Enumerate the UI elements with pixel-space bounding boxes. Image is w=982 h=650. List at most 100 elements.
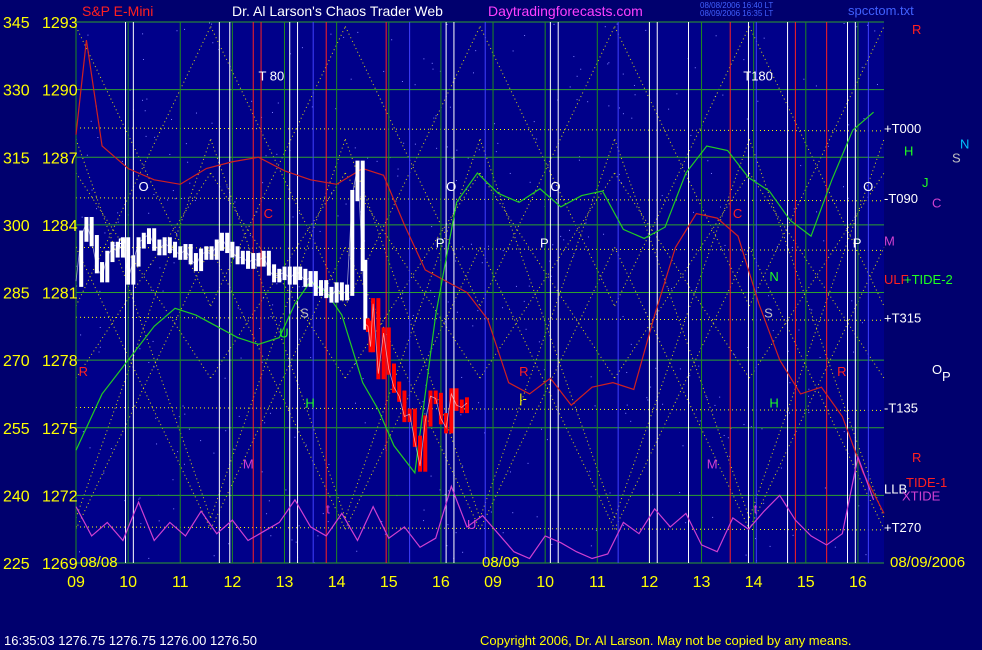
star-dot [523, 300, 525, 302]
star-dot [685, 522, 687, 524]
star-dot [448, 490, 450, 492]
star-dot [865, 554, 867, 556]
timestamp-line-2: 08/09/2006 16:35 LT [700, 9, 773, 18]
plot-annotation: P [436, 235, 445, 250]
data-filename: spcctom.txt [848, 3, 914, 18]
price-bar [464, 397, 469, 414]
y-price-label: 1284 [42, 218, 78, 235]
star-dot [82, 431, 84, 433]
star-dot [414, 319, 416, 321]
star-dot [383, 70, 385, 72]
star-dot [502, 532, 504, 534]
price-bar [261, 250, 266, 267]
x-tick-label: 13 [276, 574, 294, 591]
plot-annotation: O [446, 179, 456, 194]
price-bar [167, 237, 172, 254]
star-dot [789, 382, 791, 384]
star-dot [553, 23, 555, 25]
star-dot [607, 63, 609, 65]
star-dot [793, 208, 795, 210]
star-dot [261, 361, 263, 363]
star-dot [772, 330, 774, 332]
star-dot [319, 230, 321, 232]
star-dot [153, 194, 155, 196]
star-dot [652, 493, 654, 495]
star-dot [327, 521, 329, 523]
star-dot [87, 34, 89, 36]
price-bar [397, 381, 402, 402]
star-dot [590, 545, 592, 547]
site-link[interactable]: Daytradingforecasts.com [488, 3, 643, 19]
star-dot [271, 111, 273, 113]
x-tick-label: 11 [172, 574, 189, 591]
star-dot [381, 521, 383, 523]
star-dot [189, 182, 191, 184]
plot-annotation: P [540, 235, 549, 250]
star-dot [431, 226, 433, 228]
star-dot [789, 412, 791, 414]
star-dot [144, 110, 146, 112]
star-dot [232, 448, 234, 450]
right-label: +TIDE-2 [904, 272, 953, 287]
star-dot [874, 30, 876, 32]
star-dot [690, 134, 692, 136]
star-dot [317, 535, 319, 537]
star-dot [538, 527, 540, 529]
star-dot [277, 102, 279, 104]
star-dot [618, 173, 620, 175]
star-dot [291, 539, 293, 541]
y-left-label: 240 [3, 488, 30, 505]
star-dot [470, 243, 472, 245]
star-dot [447, 524, 449, 526]
price-bar [105, 250, 110, 283]
y-left-label: 270 [3, 353, 30, 370]
star-dot [228, 543, 230, 545]
right-label: P [942, 369, 951, 384]
star-dot [843, 431, 845, 433]
star-dot [745, 554, 747, 556]
star-dot [630, 420, 632, 422]
star-dot [80, 334, 82, 336]
star-dot [698, 365, 700, 367]
star-dot [477, 310, 479, 312]
x-tick-label: 15 [380, 574, 398, 591]
plot-annotation: M [243, 456, 254, 471]
star-dot [525, 328, 527, 330]
star-dot [330, 33, 332, 35]
star-dot [154, 136, 156, 138]
star-dot [414, 143, 416, 145]
star-dot [780, 467, 782, 469]
right-label: -T090 [884, 191, 918, 206]
star-dot [603, 233, 605, 235]
star-dot [364, 422, 366, 424]
y-price-label: 1281 [42, 286, 78, 303]
star-dot [176, 233, 178, 235]
star-dot [461, 376, 463, 378]
star-dot [266, 513, 268, 515]
star-dot [563, 239, 565, 241]
star-dot [446, 146, 448, 148]
star-dot [174, 198, 176, 200]
star-dot [276, 153, 278, 155]
star-dot [439, 489, 441, 491]
x-tick-label: 13 [693, 574, 711, 591]
star-dot [679, 492, 681, 494]
star-dot [502, 250, 504, 252]
star-dot [843, 22, 845, 24]
star-dot [171, 118, 173, 120]
star-dot [455, 260, 457, 262]
star-dot [292, 216, 294, 218]
x-tick-label: 10 [536, 574, 554, 591]
star-dot [104, 232, 106, 234]
star-dot [585, 222, 587, 224]
star-dot [272, 304, 274, 306]
y-left-label: 345 [3, 15, 30, 32]
star-dot [650, 386, 652, 388]
star-dot [529, 181, 531, 183]
star-dot [750, 426, 752, 428]
star-dot [589, 470, 591, 472]
star-dot [362, 378, 364, 380]
star-dot [622, 113, 624, 115]
price-bar [282, 266, 287, 281]
x-tick-label: 14 [328, 574, 346, 591]
